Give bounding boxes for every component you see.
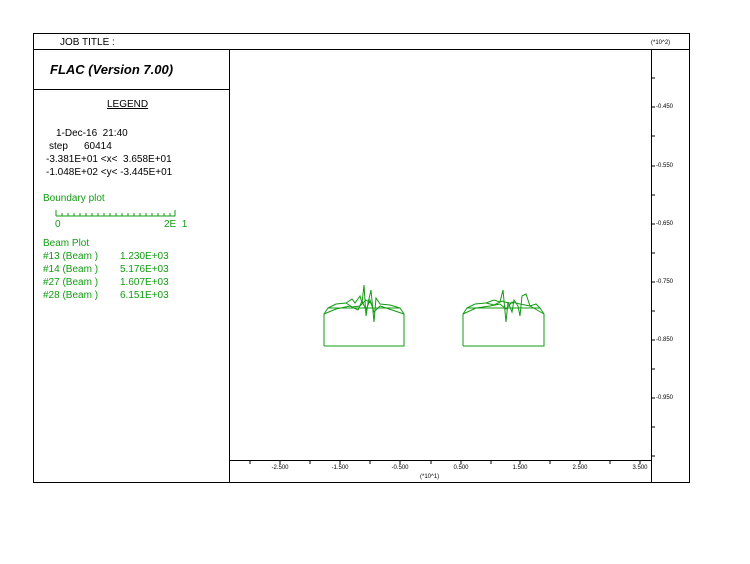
boundary-scale-bar [55,210,176,217]
right-excavation-plot [462,289,545,347]
x-axis-ticks [249,460,641,464]
y-axis-ticks [651,77,655,457]
plot-graphics [55,77,655,464]
left-excavation-plot [323,284,405,347]
